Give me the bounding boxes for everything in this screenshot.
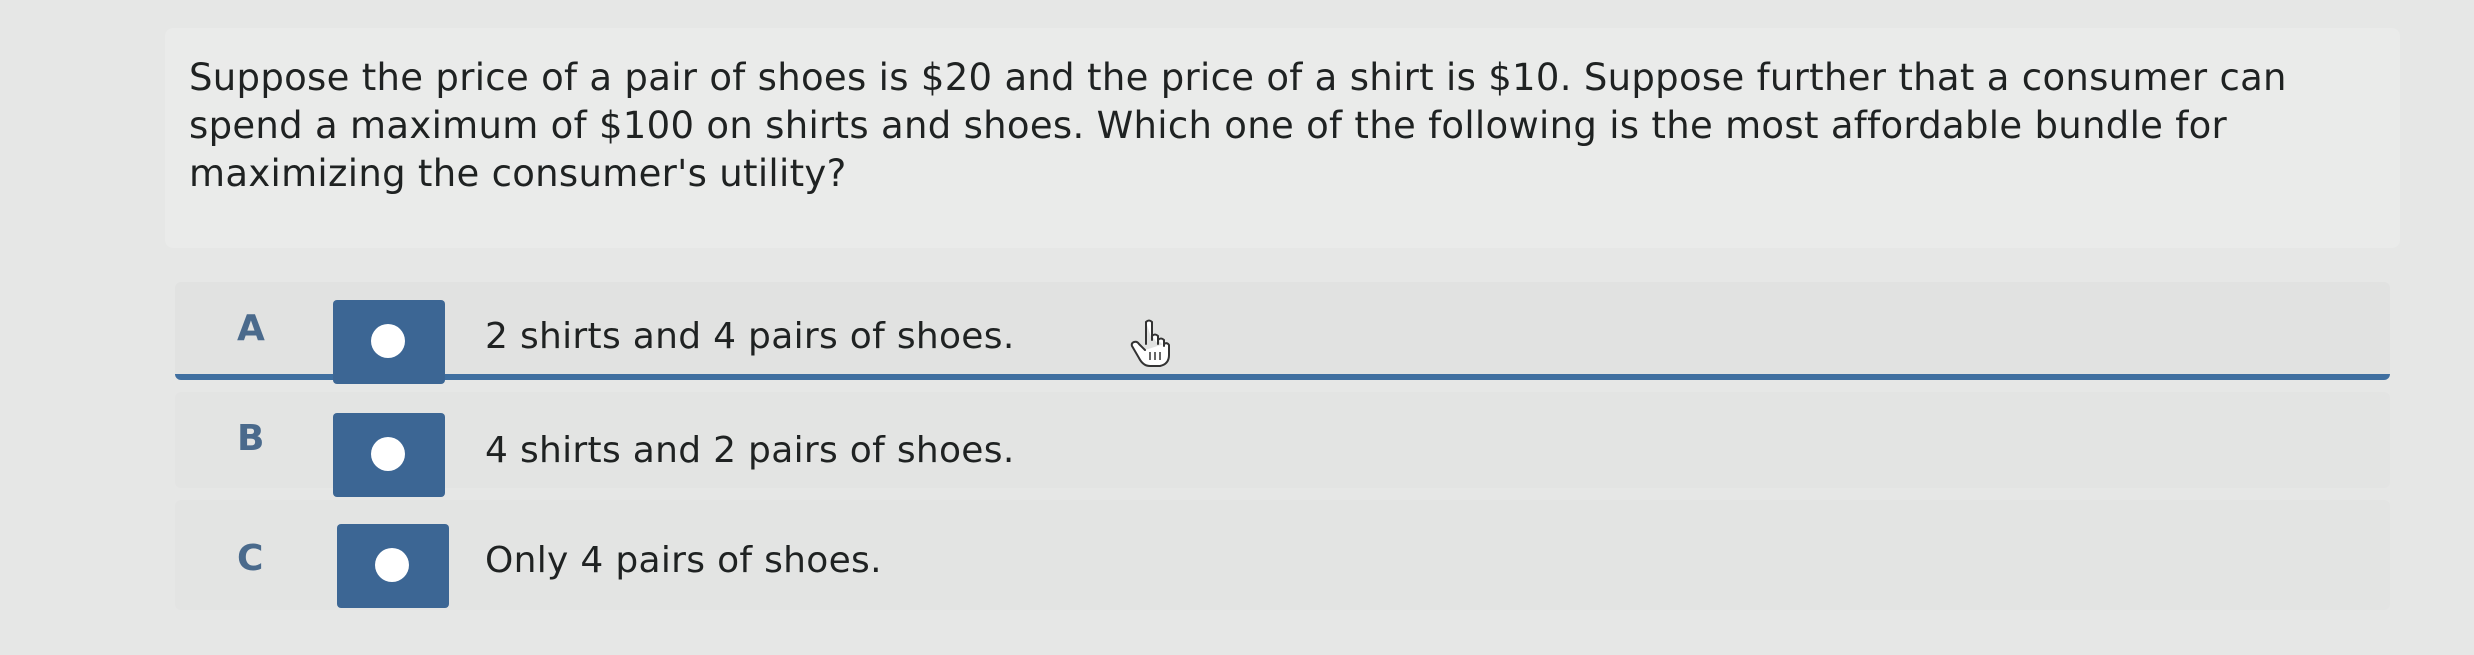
pointer-hand-icon [1130, 319, 1170, 367]
choice-a-letter: A [237, 308, 265, 349]
question-card: Suppose the price of a pair of shoes is … [165, 28, 2400, 248]
choice-a-text: 2 shirts and 4 pairs of shoes. [485, 316, 1015, 357]
radio-button-icon [375, 548, 409, 582]
radio-button-icon [371, 437, 405, 471]
choice-c-letter: C [237, 538, 264, 579]
choice-b-radio[interactable] [333, 413, 445, 497]
choice-c-radio[interactable] [337, 524, 449, 608]
choice-c[interactable]: C Only 4 pairs of shoes. [175, 500, 2390, 610]
choice-b[interactable]: B 4 shirts and 2 pairs of shoes. [175, 392, 2390, 497]
radio-button-icon [371, 324, 405, 358]
question-text: Suppose the price of a pair of shoes is … [189, 56, 2287, 195]
choice-a-radio[interactable] [333, 300, 445, 384]
choice-b-letter: B [237, 418, 265, 459]
choice-a[interactable]: A 2 shirts and 4 pairs of shoes. [175, 282, 2390, 384]
choice-c-text: Only 4 pairs of shoes. [485, 540, 882, 581]
choice-b-text: 4 shirts and 2 pairs of shoes. [485, 430, 1015, 471]
